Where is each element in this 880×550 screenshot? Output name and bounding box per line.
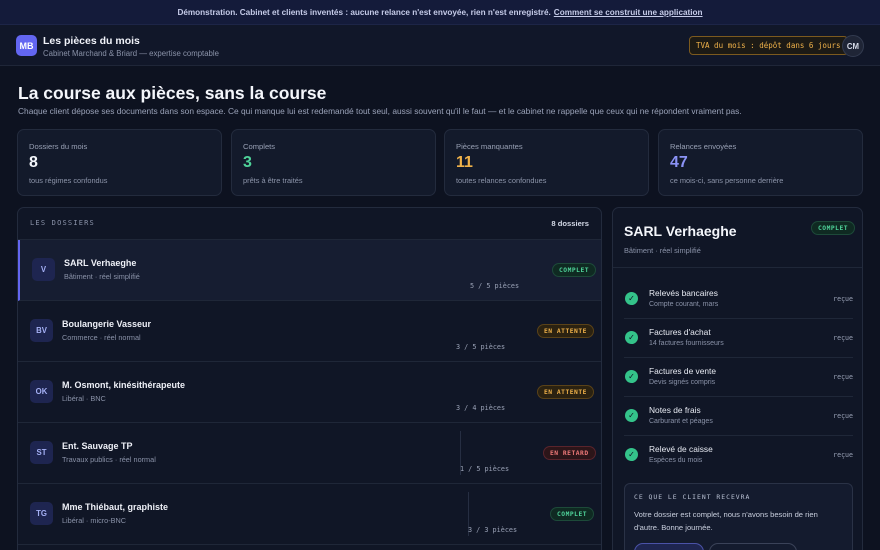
demo-banner: Démonstration. Cabinet et clients invent… [0,0,880,25]
app-header: MB Les pièces du mois Cabinet Marchand &… [0,25,880,66]
detail-status-badge: COMPLET [811,221,856,235]
document-item: ✓ Relevés bancaires Compte courant, mars… [624,280,853,319]
dossier-list-header: LES DOSSIERS 8 dossiers [18,208,601,240]
stat-label: Dossiers du mois [29,142,88,151]
client-name: SARL Verhaeghe [64,258,137,268]
document-item: ✓ Notes de frais Carburant et péages reç… [624,397,853,436]
stat-caption: tous régimes confondus [29,176,108,185]
stat-label: Relances envoyées [670,142,737,151]
client-name: Boulangerie Vasseur [62,319,152,329]
app-subtitle: Cabinet Marchand & Briard — expertise co… [43,49,219,58]
stat-value: 8 [29,154,38,171]
user-avatar[interactable]: CM [842,35,864,57]
dossier-row[interactable]: V SARL Verhaeghe Bâtiment · réel simplif… [18,240,601,301]
detail-divider [613,267,862,268]
client-description: Bâtiment · réel simplifié [64,272,140,281]
dossier-row[interactable]: BV Boulangerie Vasseur Commerce · réel n… [18,301,601,362]
document-name: Relevés bancaires [649,288,718,298]
client-initials-avatar: V [32,258,55,281]
check-icon: ✓ [625,448,638,461]
pieces-progress: 3 / 5 pièces [456,343,506,351]
client-description: Travaux publics · réel normal [62,455,156,464]
document-name: Factures d'achat [649,327,711,337]
stat-value: 3 [243,154,252,171]
status-badge: COMPLET [550,507,595,521]
pieces-progress: 1 / 5 pièces [460,465,510,473]
document-description: 14 factures fournisseurs [649,340,724,347]
stat-caption: prêts à être traités [243,176,303,185]
document-item: ✓ Relevé de caisse Espèces du mois reçue [624,436,853,475]
pieces-progress: 5 / 5 pièces [470,282,520,290]
client-initials-avatar: TG [30,502,53,525]
stat-label: Complets [243,142,276,151]
status-badge: COMPLET [552,263,597,277]
app-title: Les pièces du mois [43,35,140,47]
client-initials-avatar: BV [30,319,53,342]
pieces-progress: 3 / 3 pièces [468,526,518,534]
pieces-progress: 3 / 4 pièces [456,404,506,412]
document-description: Espèces du mois [649,457,703,464]
client-description: Libéral · micro-BNC [62,516,127,525]
document-status: reçue [833,334,853,342]
stat-card-complets: Complets 3 prêts à être traités [231,129,436,196]
client-name: Ent. Sauvage TP [62,441,133,451]
dossier-detail-panel: SARL Verhaeghe Bâtiment · réel simplifié… [612,207,863,550]
dossier-list: LES DOSSIERS 8 dossiers V SARL Verhaeghe… [17,207,602,550]
client-name: Mme Thiébaut, graphiste [62,502,169,512]
demo-banner-text: Démonstration. Cabinet et clients invent… [177,7,551,17]
stat-card-pieces-manquantes: Pièces manquantes 11 toutes relances con… [444,129,649,196]
check-icon: ✓ [625,331,638,344]
stat-caption: toutes relances confondues [456,176,547,185]
document-description: Carburant et péages [649,418,713,425]
check-icon: ✓ [625,409,638,422]
document-status: reçue [833,412,853,420]
detail-subtitle: Bâtiment · réel simplifié [624,246,701,255]
check-icon: ✓ [625,292,638,305]
document-description: Compte courant, mars [649,301,719,308]
status-badge: EN RETARD [543,446,596,460]
stat-value: 47 [670,154,688,171]
dossier-count: 8 dossiers [551,219,589,228]
status-badge: EN ATTENTE [537,385,594,399]
client-message-title: CE QUE LE CLIENT RECEVRA [634,493,751,501]
dossier-row[interactable]: ST Ent. Sauvage TP Travaux publics · rée… [18,423,601,484]
dossier-list-title: LES DOSSIERS [30,219,95,227]
client-description: Commerce · réel normal [62,333,141,342]
dossier-row[interactable]: TG Mme Thiébaut, graphiste Libéral · mic… [18,484,601,545]
page-subtitle: Chaque client dépose ses documents dans … [18,106,742,116]
detail-title: SARL Verhaeghe [624,223,737,239]
client-message-body: Votre dossier est complet, nous n'avons … [634,510,818,532]
client-initials-avatar: ST [30,441,53,464]
page-title: La course aux pièces, sans la course [18,83,327,103]
stat-card-dossiers: Dossiers du mois 8 tous régimes confondu… [17,129,222,196]
check-icon: ✓ [625,370,638,383]
document-status: reçue [833,451,853,459]
dossier-row[interactable]: OK M. Osmont, kinésithérapeute Libéral ·… [18,362,601,423]
stat-caption: ce mois-ci, sans personne derrière [670,176,784,185]
secondary-action-button[interactable] [709,543,797,550]
document-status: reçue [833,295,853,303]
tva-deadline-badge: TVA du mois : dépôt dans 6 jours [689,36,848,55]
client-description: Libéral · BNC [62,394,106,403]
client-name: M. Osmont, kinésithérapeute [62,380,186,390]
document-status: reçue [833,373,853,381]
stat-card-relances: Relances envoyées 47 ce mois-ci, sans pe… [658,129,863,196]
status-badge: EN ATTENTE [537,324,594,338]
document-name: Notes de frais [649,405,701,415]
client-message-preview: CE QUE LE CLIENT RECEVRA Votre dossier e… [624,483,853,550]
document-name: Relevé de caisse [649,444,713,454]
stat-value: 11 [456,154,473,171]
document-item: ✓ Factures d'achat 14 factures fournisse… [624,319,853,358]
document-name: Factures de vente [649,366,717,376]
primary-action-button[interactable] [634,543,704,550]
app-logo: MB [16,35,37,56]
stat-label: Pièces manquantes [456,142,523,151]
demo-banner-link[interactable]: Comment se construit une application [554,8,703,17]
document-item: ✓ Factures de vente Devis signés compris… [624,358,853,397]
client-initials-avatar: OK [30,380,53,403]
document-description: Devis signés compris [649,379,716,386]
